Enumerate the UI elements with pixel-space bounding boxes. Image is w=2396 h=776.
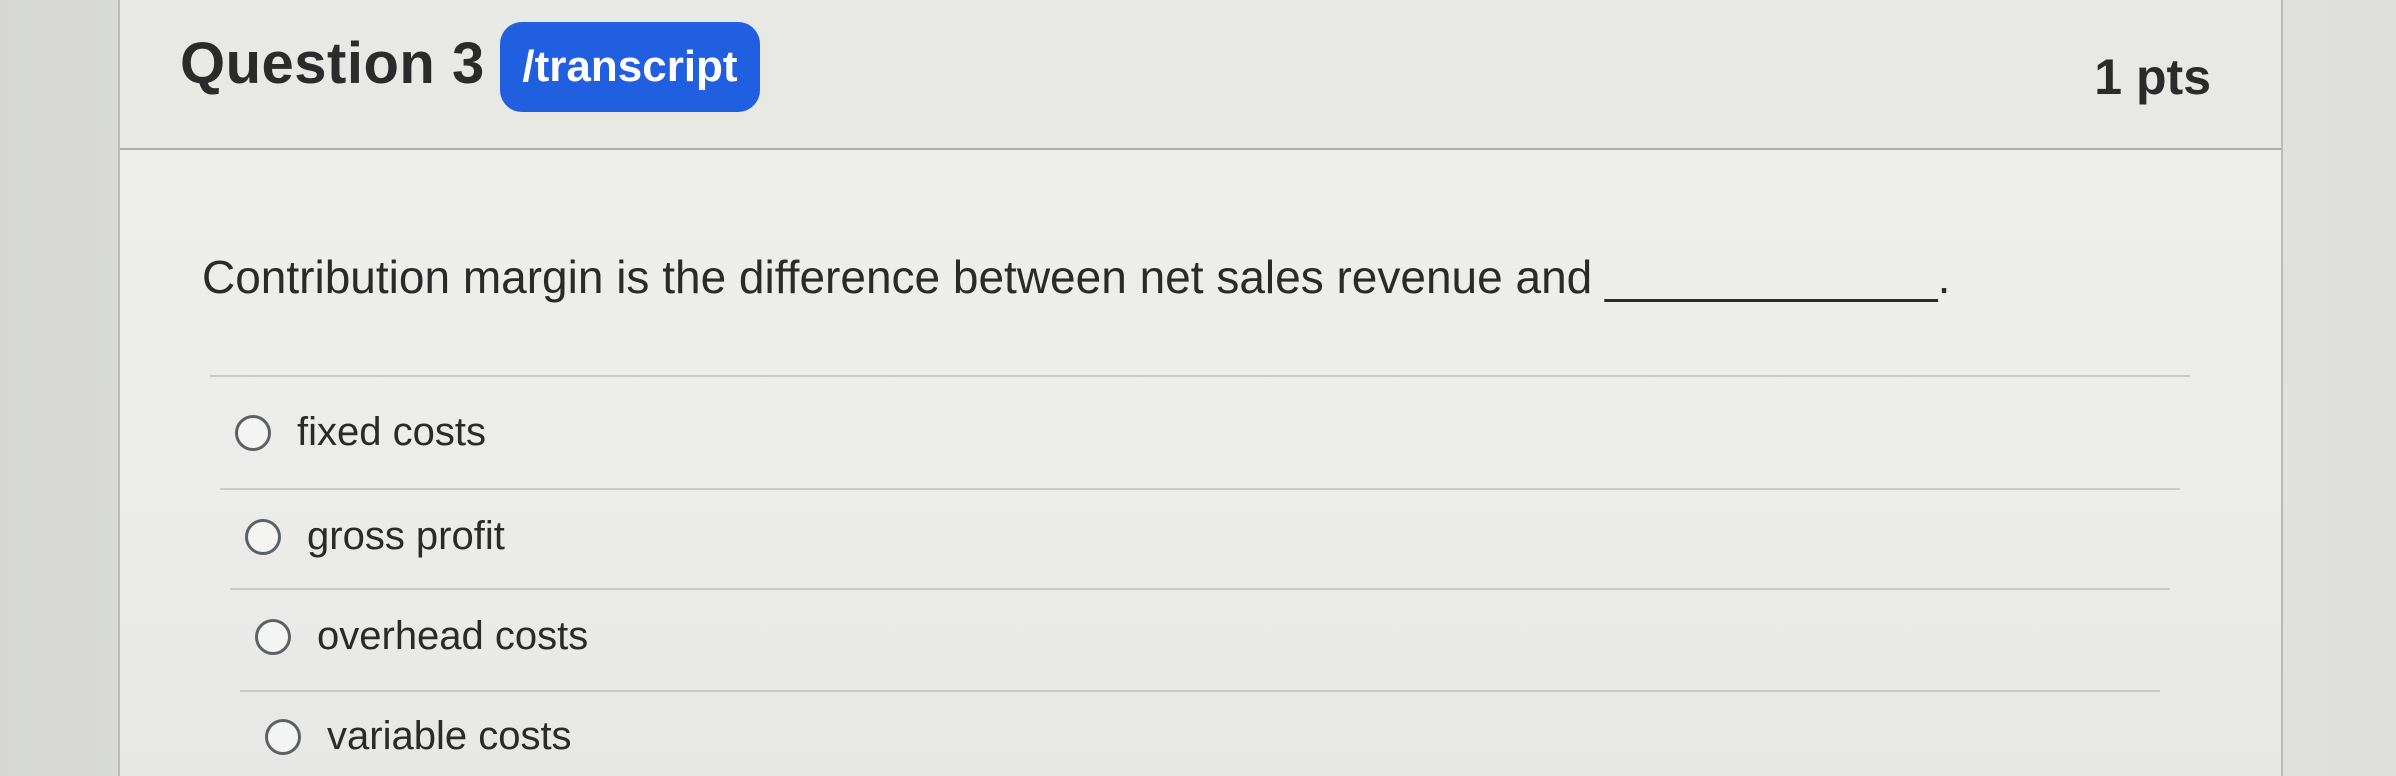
divider (230, 588, 2170, 590)
question-header: Question 3 /transcript 1 pts (120, 0, 2281, 150)
answer-label: variable costs (327, 714, 572, 758)
radio-button[interactable] (265, 718, 301, 755)
answer-option-variable-costs[interactable]: variable costs (265, 714, 572, 759)
answer-option-gross-profit[interactable]: gross profit (245, 514, 505, 559)
answer-label: fixed costs (297, 410, 486, 454)
radio-button[interactable] (245, 518, 281, 555)
screen-background: Question 3 /transcript 1 pts Contributio… (0, 0, 2396, 776)
answer-label: gross profit (307, 514, 505, 558)
answer-option-overhead-costs[interactable]: overhead costs (255, 614, 588, 659)
answer-label: overhead costs (317, 614, 589, 658)
divider (210, 375, 2190, 377)
radio-button[interactable] (235, 414, 271, 451)
transcript-button[interactable]: /transcript (500, 22, 760, 112)
answer-option-fixed-costs[interactable]: fixed costs (235, 410, 486, 455)
question-text: Contribution margin is the difference be… (202, 251, 1951, 303)
question-title: Question 3 (180, 31, 485, 96)
divider (220, 488, 2180, 490)
question-card: Question 3 /transcript 1 pts Contributio… (118, 0, 2283, 776)
divider (240, 690, 2160, 692)
question-points: 1 pts (2094, 49, 2211, 105)
radio-button[interactable] (255, 618, 291, 655)
